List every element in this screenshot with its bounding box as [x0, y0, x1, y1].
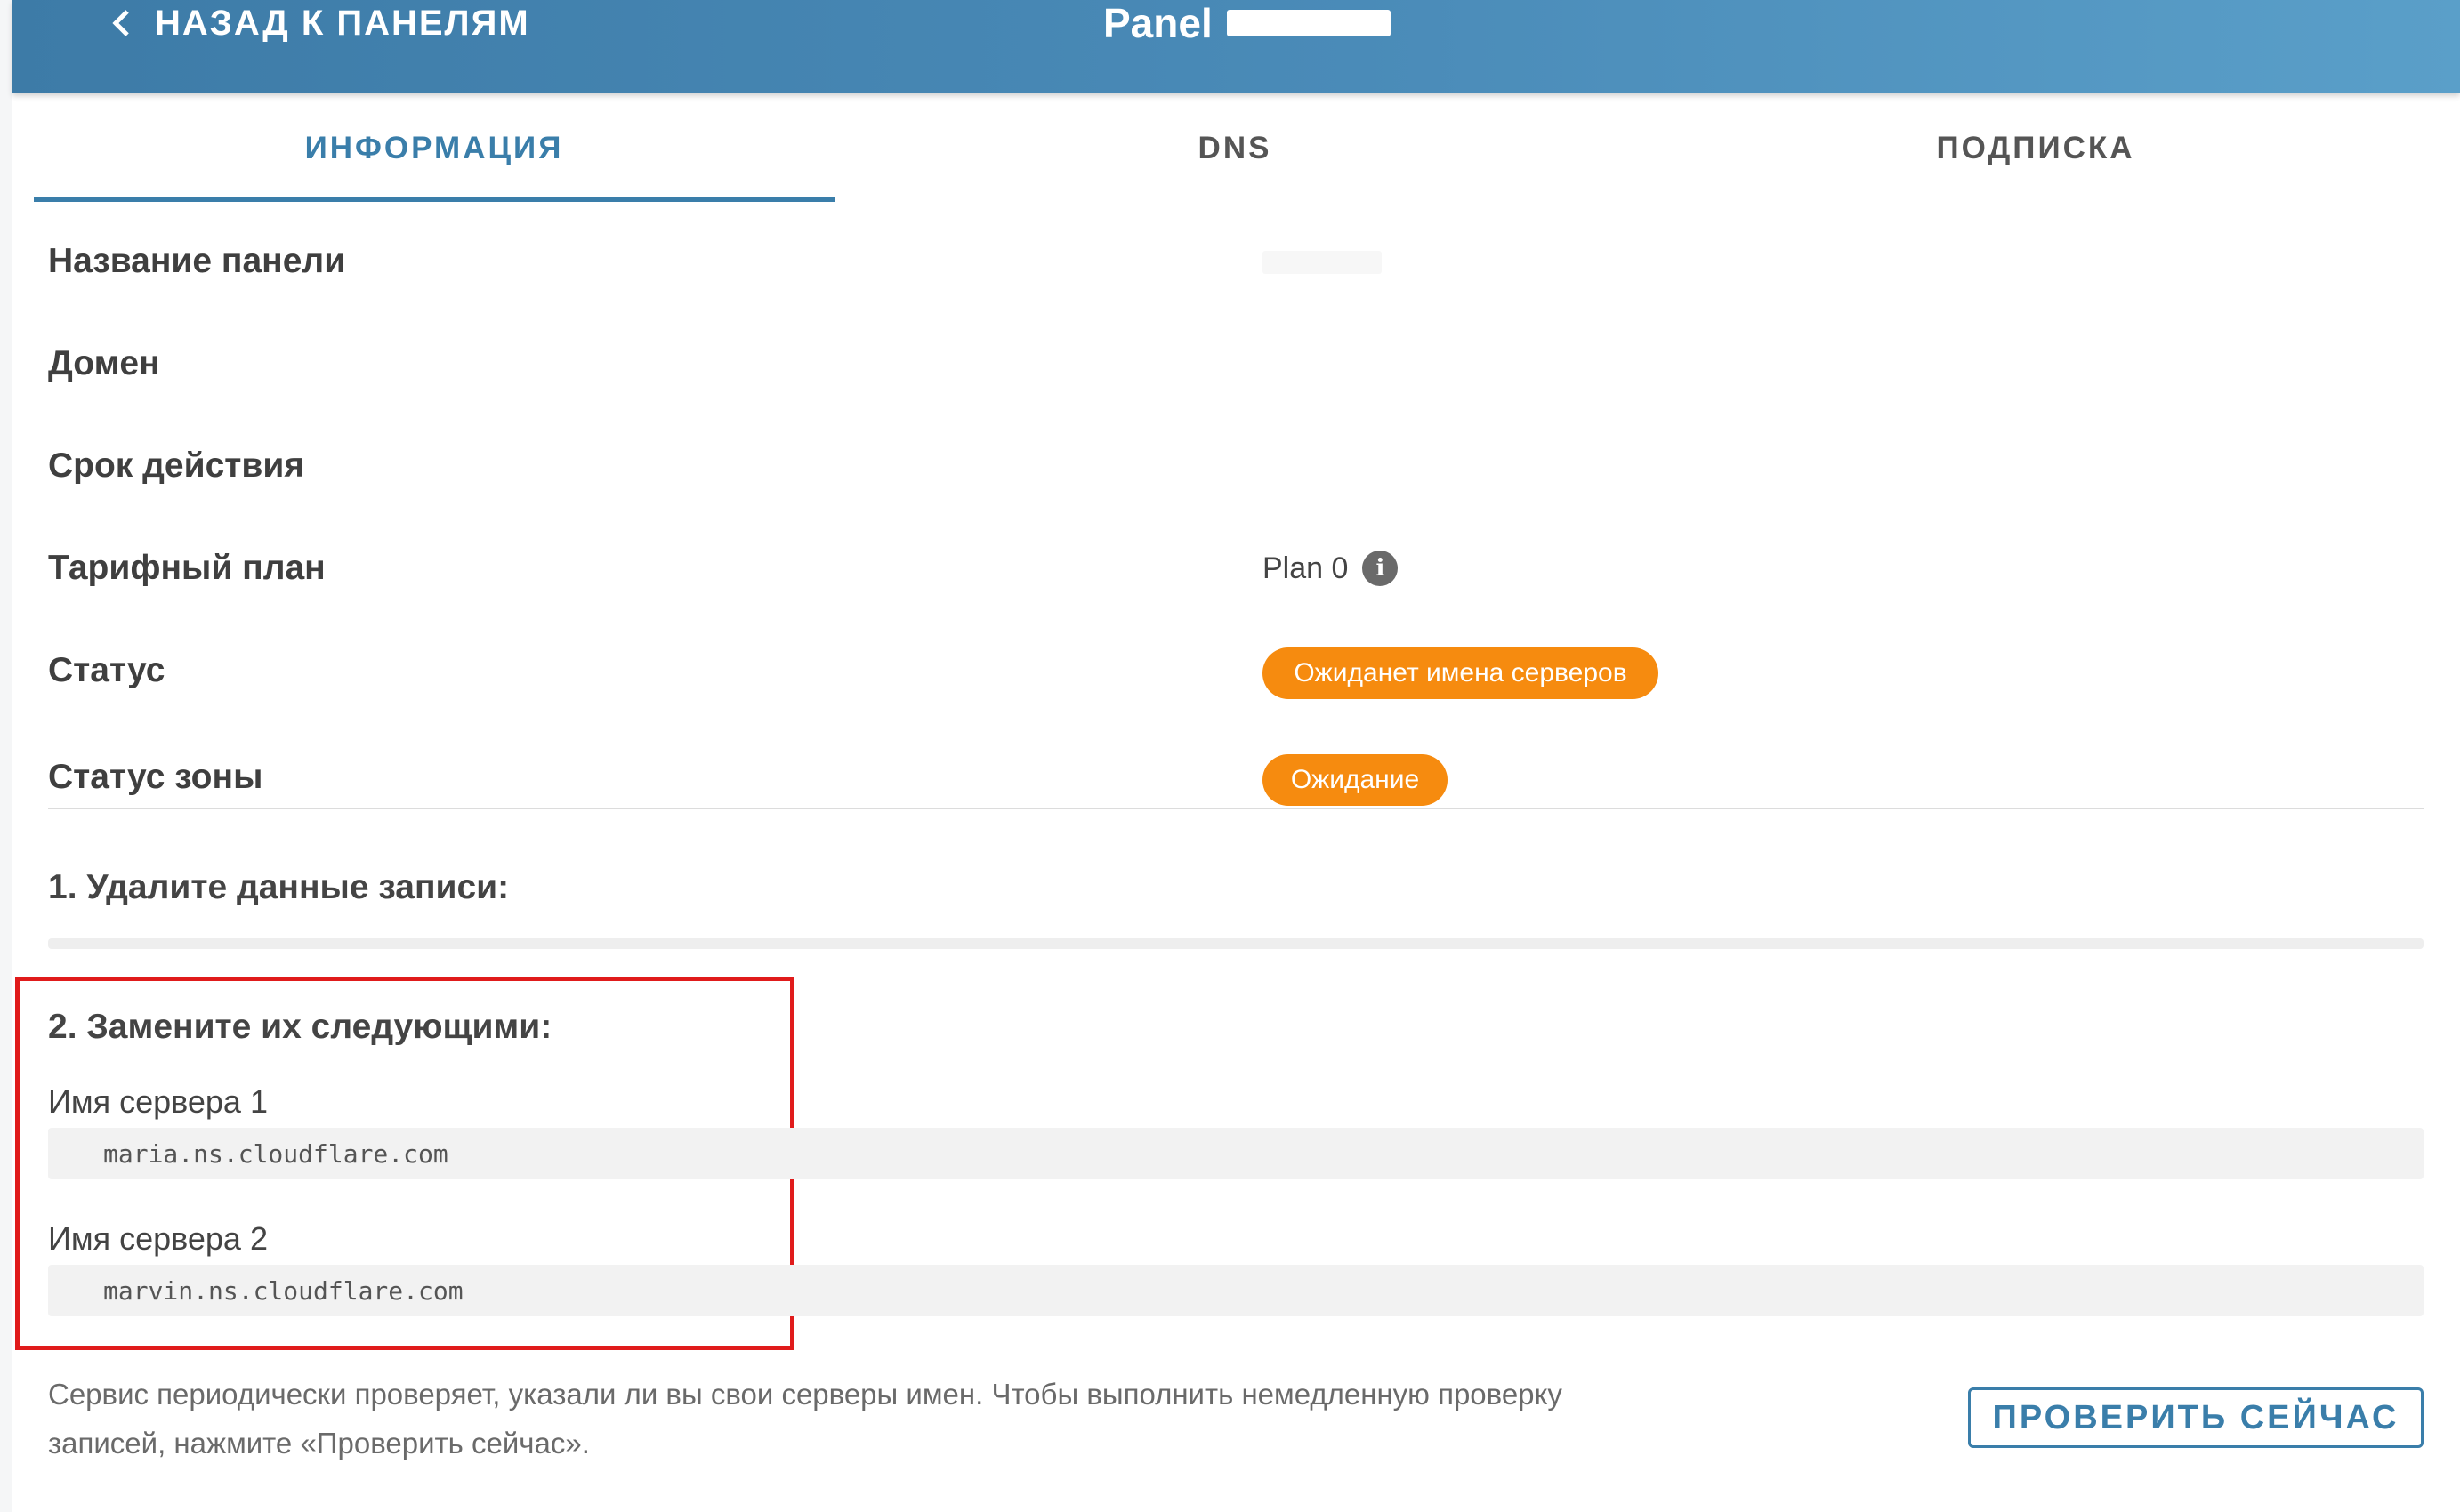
tab-information[interactable]: ИНФОРМАЦИЯ — [34, 93, 835, 204]
tab-dns[interactable]: DNS — [835, 93, 1635, 204]
page-edge — [0, 0, 12, 1512]
nameserver-2-label: Имя сервера 2 — [48, 1220, 268, 1257]
top-header: НАЗАД К ПАНЕЛЯМ Panel — [12, 0, 2460, 93]
expiry-label: Срок действия — [48, 446, 305, 485]
tab-bar: ИНФОРМАЦИЯ DNS ПОДПИСКА — [34, 93, 2436, 204]
plan-value-text: Plan 0 — [1262, 551, 1349, 585]
plan-label: Тарифный план — [48, 549, 326, 587]
section-divider — [48, 808, 2424, 809]
check-now-button[interactable]: ПРОВЕРИТЬ СЕЙЧАС — [1968, 1387, 2424, 1448]
back-to-panels-link[interactable]: НАЗАД К ПАНЕЛЯМ — [107, 0, 530, 46]
active-tab-indicator — [34, 197, 835, 202]
zone-status-label: Статус зоны — [48, 758, 263, 796]
zone-status-badge: Ожидание — [1262, 754, 1448, 806]
status-badge: Ожиданет имена серверов — [1262, 647, 1658, 699]
tab-subscription[interactable]: ПОДПИСКА — [1635, 93, 2436, 204]
delete-records-box — [48, 938, 2424, 949]
step1-heading: 1. Удалите данные записи: — [48, 868, 510, 906]
nameserver-1-label: Имя сервера 1 — [48, 1083, 268, 1120]
panel-name-label: Название панели — [48, 242, 346, 280]
info-icon[interactable]: i — [1362, 551, 1399, 586]
redacted-panel-name — [1226, 10, 1391, 36]
domain-label: Домен — [48, 344, 160, 382]
nameserver-2-field[interactable]: marvin.ns.cloudflare.com — [48, 1265, 2424, 1316]
panel-title-prefix: Panel — [1103, 0, 1213, 46]
panel-title: Panel — [1103, 0, 1391, 46]
back-link-label: НАЗАД К ПАНЕЛЯМ — [155, 3, 530, 43]
plan-value: Plan 0 i — [1262, 551, 1399, 586]
panel-name-value — [1262, 251, 1382, 274]
status-label: Статус — [48, 651, 165, 689]
chevron-left-icon — [112, 10, 129, 36]
nameserver-1-field[interactable]: maria.ns.cloudflare.com — [48, 1128, 2424, 1179]
redacted-panel-name-value — [1262, 251, 1382, 274]
step2-heading: 2. Замените их следующими: — [48, 1008, 552, 1046]
footer-note: Сервис периодически проверяет, указали л… — [48, 1378, 1562, 1460]
